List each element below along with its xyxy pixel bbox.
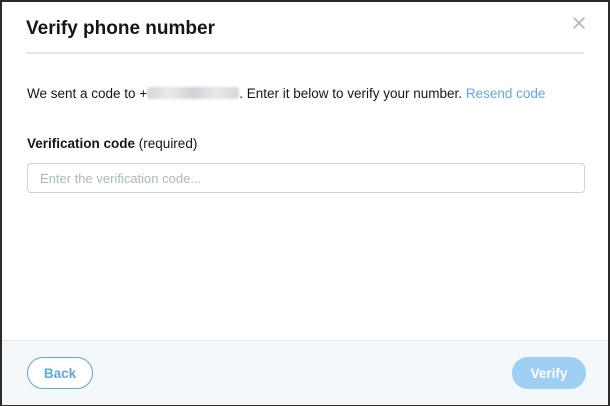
dialog-footer: Back Verify bbox=[2, 340, 608, 405]
sent-code-message: We sent a code to + . Enter it below to v… bbox=[27, 86, 545, 101]
header-divider bbox=[26, 52, 584, 54]
verify-phone-dialog: Verify phone number We sent a code to +.… bbox=[0, 0, 610, 406]
verify-button[interactable]: Verify bbox=[512, 357, 586, 389]
masked-phone-number bbox=[147, 87, 240, 99]
message-prefix: We sent a code to + bbox=[27, 86, 148, 101]
verification-code-input[interactable] bbox=[27, 163, 585, 193]
resend-code-link[interactable]: Resend code bbox=[466, 86, 546, 101]
message-suffix: . Enter it below to verify your number. bbox=[239, 86, 466, 101]
field-label-text: Verification code bbox=[27, 136, 136, 151]
dialog-title: Verify phone number bbox=[26, 18, 215, 39]
required-note: (required) bbox=[135, 136, 198, 151]
back-button[interactable]: Back bbox=[27, 357, 93, 389]
close-icon-graphic bbox=[573, 17, 585, 29]
dialog-header: Verify phone number bbox=[2, 2, 608, 54]
verification-code-label: Verification code (required) bbox=[27, 136, 197, 151]
close-icon[interactable] bbox=[570, 14, 588, 32]
